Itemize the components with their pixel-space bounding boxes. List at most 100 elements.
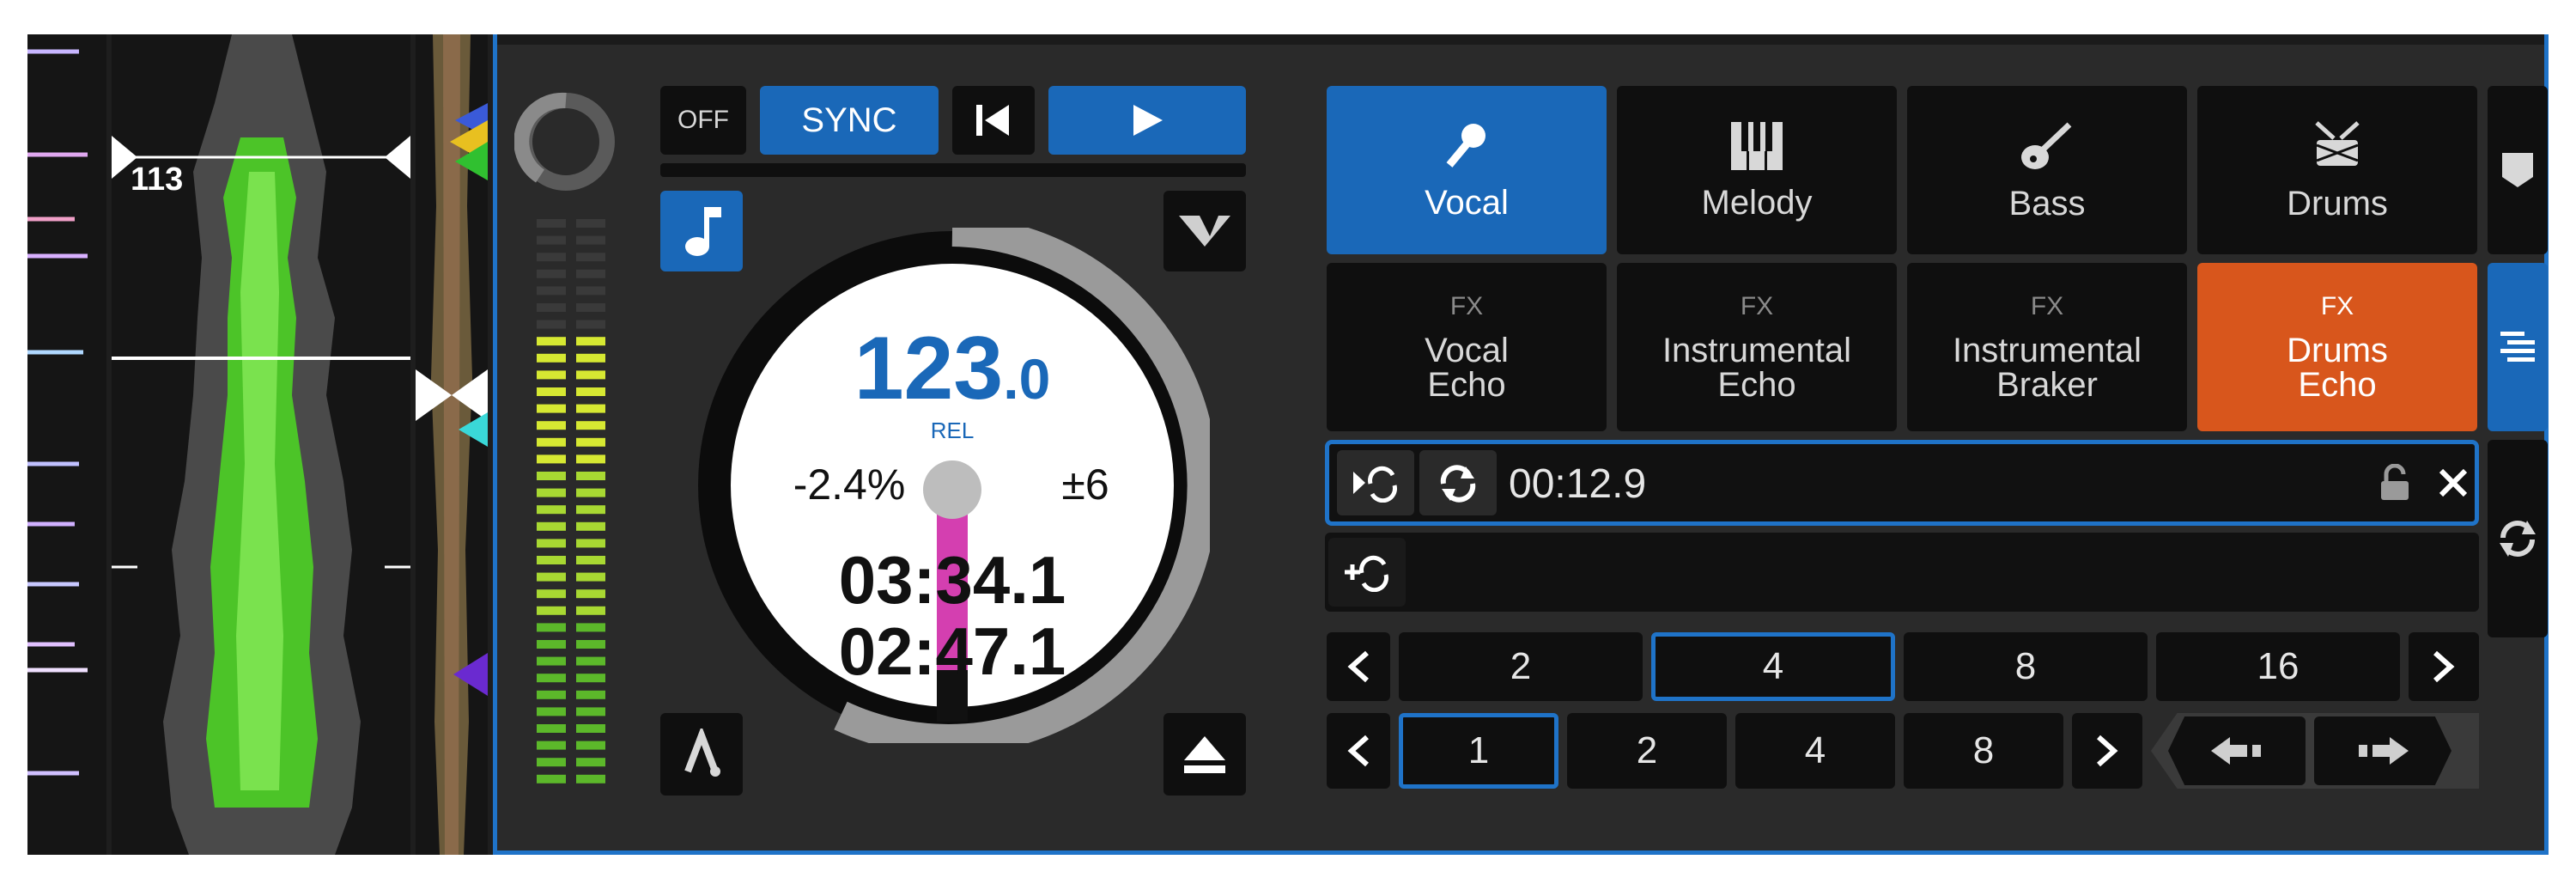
sync-off-button[interactable]: OFF <box>660 86 746 155</box>
fx-pad-line2: Echo <box>1427 366 1506 404</box>
add-loop-icon <box>1345 555 1388 592</box>
stem-pad-bass[interactable]: Bass <box>1907 86 2187 254</box>
vu-segment <box>537 269 566 278</box>
mode-loop-button[interactable] <box>2488 440 2548 637</box>
vu-segment <box>576 404 605 413</box>
vu-segment <box>576 320 605 329</box>
beatjump-value: 4 <box>1804 729 1826 771</box>
fx-pad-vocal-echo[interactable]: FX Vocal Echo <box>1327 263 1607 431</box>
loop-size-option-selected[interactable]: 4 <box>1651 632 1895 701</box>
chevron-left-icon <box>1347 650 1369 683</box>
loop-size-option[interactable]: 2 <box>1399 632 1643 701</box>
vu-segment <box>576 488 605 497</box>
gain-knob-icon[interactable] <box>514 90 617 193</box>
loop-toggle-button[interactable] <box>1419 450 1497 515</box>
loop-in-button[interactable] <box>1337 450 1414 515</box>
track-overview-graphic <box>416 34 488 855</box>
fx-pad-line2: Echo <box>1717 366 1796 404</box>
fx-pad-drums-echo[interactable]: FX Drums Echo <box>2197 263 2477 431</box>
loop-size-value: 16 <box>2257 645 2300 687</box>
vu-segment <box>537 235 566 245</box>
vu-segment <box>576 774 605 783</box>
vu-segment <box>576 640 605 649</box>
vu-segment <box>576 505 605 515</box>
vu-segment <box>537 741 566 750</box>
loop-close-button[interactable] <box>2429 455 2477 510</box>
add-loop-button[interactable] <box>1328 538 1406 607</box>
fx-pad-instrumental-echo[interactable]: FX Instrumental Echo <box>1617 263 1897 431</box>
dj-app-window: 113 OFF SYNC 123.0 REL -2.4% ±6 03:34.1 … <box>27 34 2549 855</box>
loop-size-option[interactable]: 16 <box>2156 632 2400 701</box>
vu-segment <box>576 707 605 716</box>
play-button[interactable] <box>1048 86 1246 155</box>
stem-pad-vocal[interactable]: Vocal <box>1327 86 1607 254</box>
beatjump-prev-button[interactable] <box>1327 713 1390 789</box>
vu-segment <box>576 303 605 312</box>
time-elapsed: 02:47.1 <box>838 613 1066 689</box>
microphone-icon <box>1446 124 1485 168</box>
loop-lock-button[interactable] <box>2369 455 2421 510</box>
fx-pad-instrumental-braker[interactable]: FX Instrumental Braker <box>1907 263 2187 431</box>
loop-size-value: 2 <box>1510 645 1532 687</box>
beatjump-option[interactable]: 2 <box>1567 713 1727 789</box>
loop-row-active[interactable] <box>1325 440 2479 526</box>
cue-button[interactable] <box>952 86 1035 155</box>
vu-segment <box>537 539 566 548</box>
loop-size-option[interactable]: 8 <box>1904 632 2148 701</box>
eject-button[interactable] <box>1163 713 1246 796</box>
beatjump-value: 1 <box>1467 729 1490 771</box>
vu-segment <box>537 303 566 312</box>
vu-segment <box>576 387 605 396</box>
vu-segment <box>576 437 605 447</box>
vu-segment <box>537 337 566 346</box>
close-icon <box>2439 468 2468 497</box>
loop-icon <box>2500 521 2536 557</box>
beatjump-forward-button[interactable] <box>2314 716 2451 785</box>
vu-segment <box>537 690 566 699</box>
beatjump-option[interactable]: 4 <box>1735 713 1895 789</box>
stem-pad-melody[interactable]: Melody <box>1617 86 1897 254</box>
vu-segment <box>537 370 566 380</box>
vu-segment <box>576 623 605 632</box>
eject-icon <box>1184 736 1225 773</box>
fx-tag: FX <box>2320 292 2354 320</box>
vu-segment <box>576 219 605 228</box>
vu-segment <box>576 589 605 599</box>
vu-segment <box>576 353 605 363</box>
mode-pads-button[interactable] <box>2488 86 2548 254</box>
beatjump-value: 2 <box>1636 729 1658 771</box>
guitar-icon <box>2021 122 2072 169</box>
vu-segment <box>537 707 566 716</box>
beatjump-option[interactable]: 8 <box>1904 713 2063 789</box>
loop-size-value: 4 <box>1762 645 1784 687</box>
loop-size-value: 8 <box>2014 645 2037 687</box>
vu-segment <box>537 758 566 767</box>
vu-segment <box>537 472 566 480</box>
loop-size-next-button[interactable] <box>2409 632 2479 701</box>
beatjump-option-selected[interactable]: 1 <box>1399 713 1558 789</box>
arrow-left-icon <box>2211 737 2261 765</box>
piano-keys-icon <box>1731 122 1783 170</box>
cue-marker-right-icon <box>385 136 410 179</box>
bpm-decimal: .0 <box>1003 347 1051 411</box>
vu-segment <box>537 606 566 615</box>
chevron-right-icon <box>2433 650 2455 683</box>
mode-fx-button[interactable] <box>2488 263 2548 431</box>
beatjump-back-button[interactable] <box>2168 716 2306 785</box>
main-waveform[interactable]: 113 <box>112 34 410 855</box>
beatjump-next-button[interactable] <box>2072 713 2142 789</box>
track-overview[interactable] <box>416 34 488 855</box>
stem-pad-label: Drums <box>2287 185 2388 223</box>
fx-pad-line2: Braker <box>1996 366 2098 404</box>
add-loop-row <box>1325 533 2479 612</box>
slip-button[interactable] <box>660 713 743 796</box>
deck-panel: OFF SYNC 123.0 REL -2.4% ±6 03:34.1 02:4… <box>493 34 2549 855</box>
waveform-graphic <box>112 34 410 855</box>
sync-button[interactable]: SYNC <box>760 86 939 155</box>
loop-in-icon <box>1353 466 1397 503</box>
loop-size-prev-button[interactable] <box>1327 632 1390 701</box>
fx-tag: FX <box>1740 292 1774 320</box>
stem-pad-drums[interactable]: Drums <box>2197 86 2477 254</box>
vu-segment <box>537 774 566 783</box>
vu-segment <box>576 370 605 380</box>
